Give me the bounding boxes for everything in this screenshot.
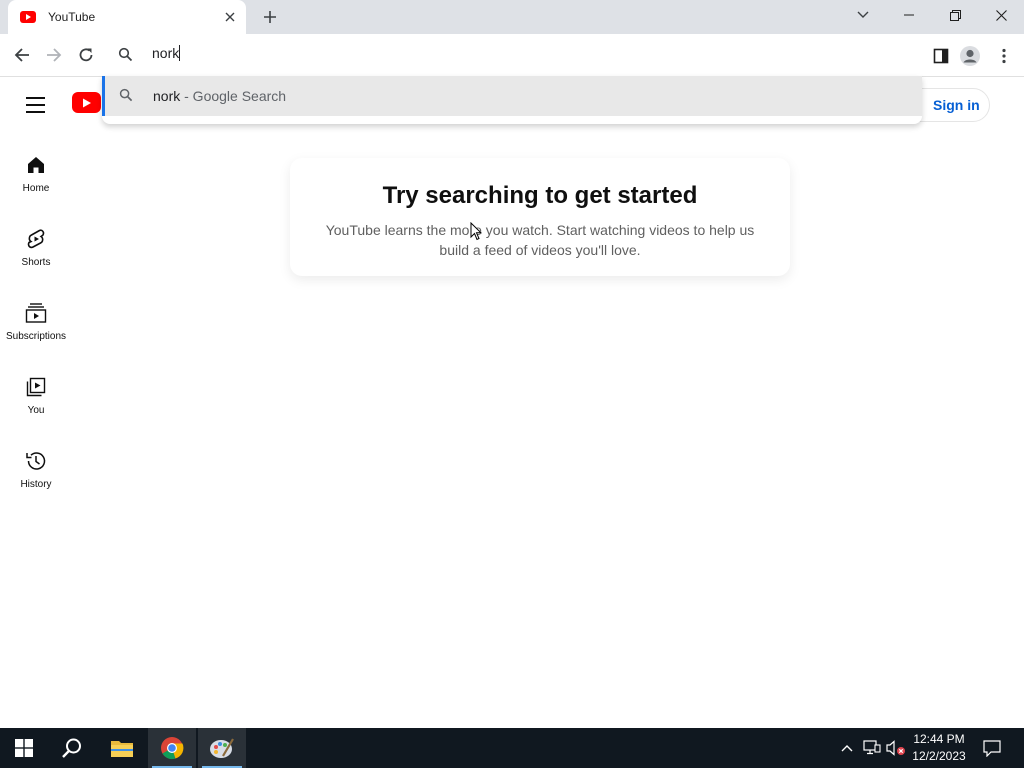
guide-label: Home	[22, 183, 50, 194]
suggestion-query: nork	[153, 88, 181, 104]
chevron-down-icon[interactable]	[840, 0, 886, 30]
windows-start-icon[interactable]	[0, 728, 48, 768]
system-clock[interactable]: 12:44 PM 12/2/2023	[904, 731, 974, 767]
side-panel-icon[interactable]	[926, 41, 956, 71]
close-icon[interactable]	[220, 7, 240, 27]
search-icon[interactable]	[48, 728, 96, 768]
minimize-icon[interactable]	[886, 0, 932, 30]
guide-item-shorts[interactable]: Shorts	[0, 207, 72, 281]
restore-icon[interactable]	[932, 0, 978, 30]
kebab-menu-icon[interactable]	[989, 41, 1019, 71]
empty-state-card: Try searching to get started YouTube lea…	[290, 158, 790, 276]
profile-icon[interactable]	[955, 41, 985, 71]
back-icon[interactable]	[7, 40, 37, 70]
taskbar: 12:44 PM 12/2/2023	[0, 728, 1024, 768]
guide-item-subscriptions[interactable]: Subscriptions	[0, 281, 72, 355]
omnibox-suggestions: nork - Google Search	[102, 76, 922, 124]
paint-icon[interactable]	[198, 728, 246, 768]
forward-icon[interactable]	[39, 40, 69, 70]
shorts-icon	[24, 227, 48, 251]
notifications-icon[interactable]	[978, 728, 1006, 768]
you-icon	[24, 375, 48, 399]
plus-icon[interactable]	[258, 5, 282, 29]
close-icon[interactable]	[978, 0, 1024, 30]
home-icon	[24, 153, 48, 177]
text-caret	[179, 45, 181, 61]
tab-strip: YouTube	[0, 0, 1024, 34]
youtube-logo[interactable]	[72, 92, 101, 113]
empty-state-title: Try searching to get started	[382, 182, 698, 209]
chevron-up-icon[interactable]	[836, 728, 858, 768]
clock-time: 12:44 PM	[913, 732, 965, 746]
tab-title: YouTube	[48, 10, 96, 24]
search-icon	[119, 88, 133, 107]
search-icon	[118, 47, 133, 67]
suggestion-item[interactable]: nork - Google Search	[102, 76, 922, 116]
hamburger-menu-icon[interactable]	[20, 91, 52, 119]
guide-label: Shorts	[21, 257, 51, 268]
guide-label: You	[27, 405, 45, 416]
empty-state-body: YouTube learns the more you watch. Start…	[325, 222, 755, 258]
reload-icon[interactable]	[71, 40, 101, 70]
guide-label: Subscriptions	[5, 331, 67, 342]
guide-item-home[interactable]: Home	[0, 133, 72, 207]
youtube-icon	[20, 11, 36, 23]
mouse-cursor-icon	[470, 221, 483, 246]
chrome-icon[interactable]	[148, 728, 196, 768]
address-input-text: nork	[152, 45, 180, 61]
address-bar[interactable]: nork	[102, 34, 922, 76]
history-icon	[24, 449, 48, 473]
suggestion-text: nork - Google Search	[153, 88, 286, 104]
guide-item-you[interactable]: You	[0, 355, 72, 429]
subscriptions-icon	[24, 301, 48, 325]
network-icon[interactable]	[860, 728, 884, 768]
guide-item-history[interactable]: History	[0, 429, 72, 503]
clock-date: 12/2/2023	[912, 749, 966, 763]
suggestion-suffix: - Google Search	[180, 88, 287, 104]
file-explorer-icon[interactable]	[98, 728, 146, 768]
tab-youtube[interactable]: YouTube	[8, 0, 246, 34]
address-input[interactable]: nork	[152, 45, 852, 65]
guide-label: History	[20, 479, 52, 490]
sign-in-label: Sign in	[933, 97, 980, 113]
